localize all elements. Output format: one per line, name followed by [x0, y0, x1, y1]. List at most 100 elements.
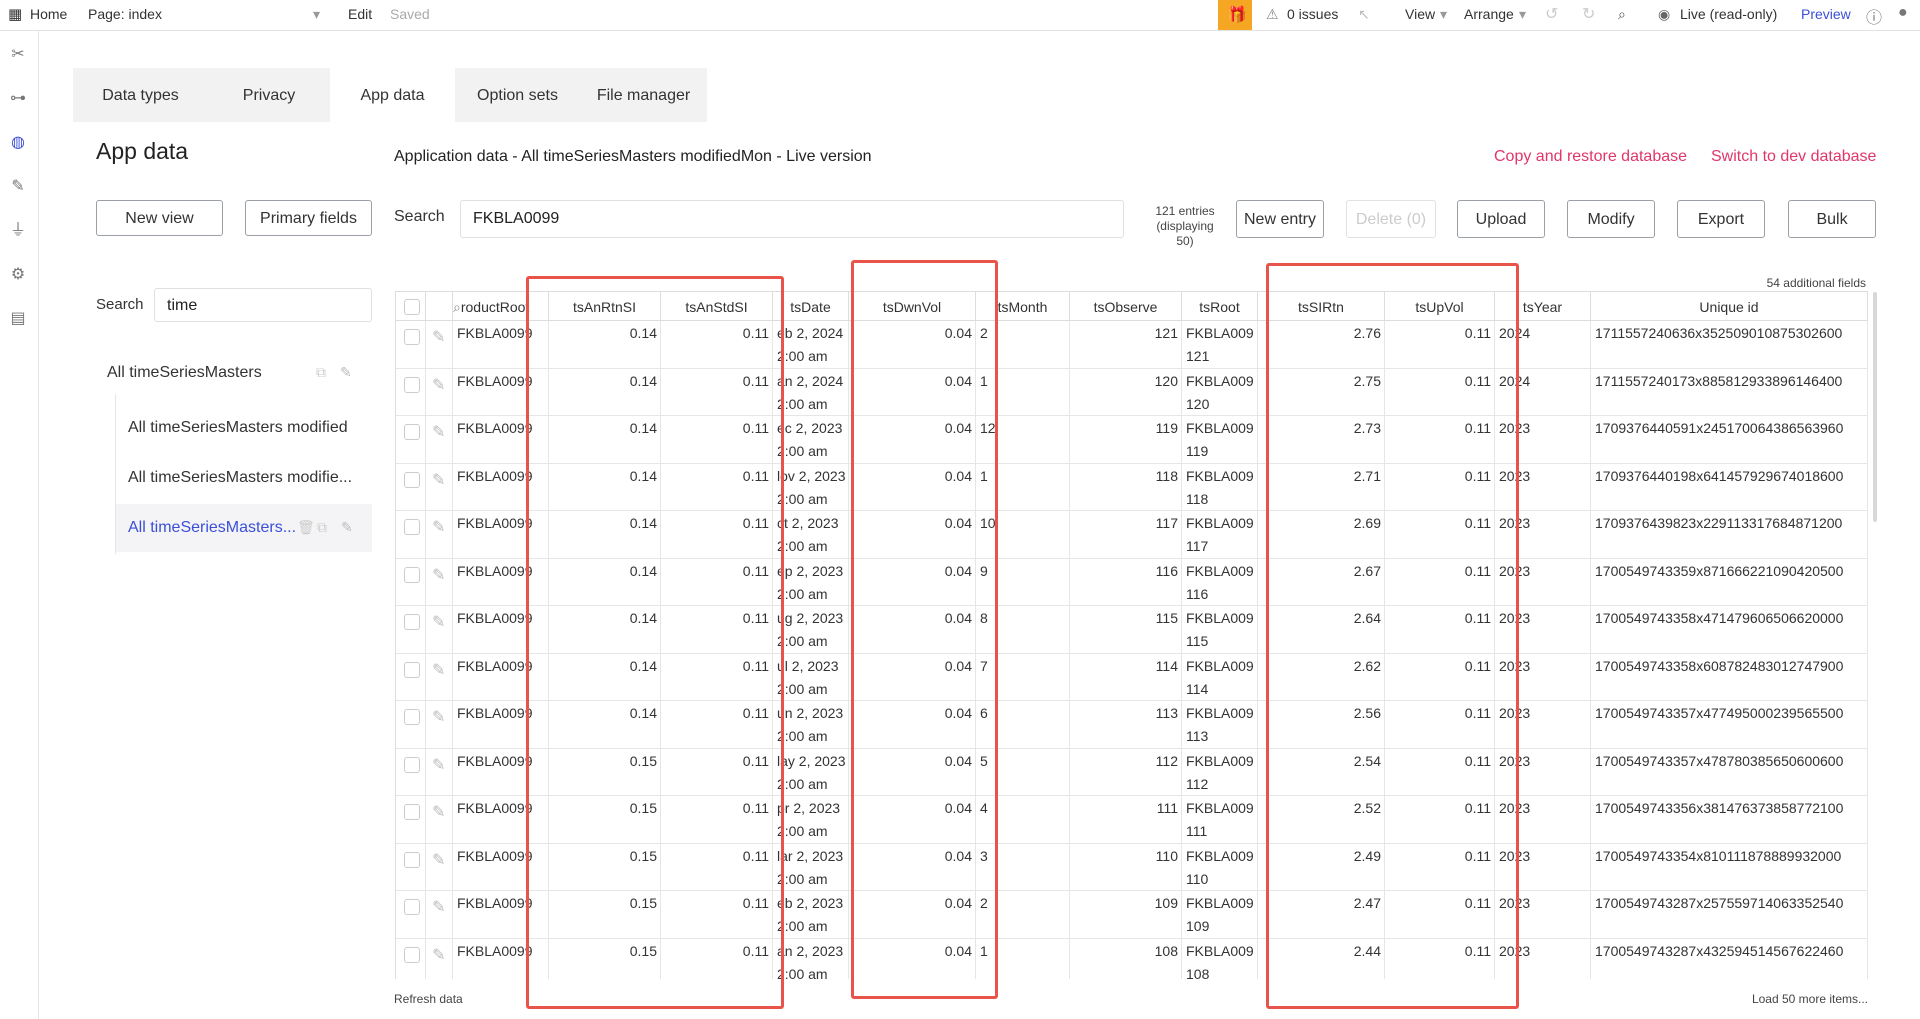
pencil-icon[interactable]: ✎: [432, 707, 445, 727]
pencil-icon[interactable]: ✎: [432, 660, 445, 680]
new-view-button[interactable]: New view: [96, 200, 223, 236]
pencil-icon[interactable]: ✎: [340, 364, 352, 381]
modify-button[interactable]: Modify: [1567, 200, 1655, 238]
row-checkbox[interactable]: [404, 329, 420, 345]
bulk-button[interactable]: Bulk: [1788, 200, 1876, 238]
delete-button[interactable]: Delete (0): [1346, 200, 1436, 238]
tab-privacy[interactable]: Privacy: [208, 68, 330, 122]
tree-item-modified-2[interactable]: All timeSeriesMasters modifie...: [128, 469, 352, 487]
pencil-icon[interactable]: ✎: [432, 755, 445, 775]
pencil-icon[interactable]: ✎: [432, 565, 445, 585]
column-header[interactable]: tsObserve: [1070, 291, 1182, 321]
grid-icon[interactable]: ▦: [8, 5, 22, 23]
row-checkbox[interactable]: [404, 424, 420, 440]
undo-icon[interactable]: ↺: [1545, 4, 1558, 24]
tab-data-types[interactable]: Data types: [73, 68, 208, 122]
brush-icon[interactable]: ✎: [8, 177, 28, 197]
column-header[interactable]: tsSIRtn: [1258, 291, 1385, 321]
design-tools-icon[interactable]: ✂: [8, 45, 28, 65]
column-header[interactable]: tsUpVol: [1385, 291, 1495, 321]
tab-app-data[interactable]: App data: [330, 68, 455, 122]
row-checkbox[interactable]: [404, 709, 420, 725]
workflow-icon[interactable]: ⊶: [8, 89, 28, 109]
row-checkbox[interactable]: [404, 614, 420, 630]
cell-product: FKBLA0099: [457, 847, 533, 864]
pencil-icon[interactable]: ✎: [432, 612, 445, 632]
cell-dwn: 0.04: [944, 895, 972, 911]
gear-icon[interactable]: ⚙: [8, 265, 28, 285]
logs-icon[interactable]: ▤: [8, 309, 28, 329]
cell-sirtn: 2.64: [1353, 610, 1381, 626]
tree-item-modified[interactable]: All timeSeriesMasters modified: [128, 419, 348, 437]
search-icon[interactable]: ⌕: [1618, 6, 1626, 23]
cell-std: 0.11: [742, 325, 769, 341]
table-scrollbar[interactable]: [1873, 292, 1877, 522]
column-header[interactable]: tsYear: [1495, 291, 1591, 321]
database-icon[interactable]: ◍: [8, 133, 28, 153]
row-checkbox[interactable]: [404, 661, 420, 678]
row-checkbox[interactable]: [404, 899, 420, 915]
help-icon[interactable]: ⓘ: [1866, 4, 1882, 28]
gift-button[interactable]: 🎁: [1218, 0, 1252, 30]
pencil-icon[interactable]: ✎: [432, 422, 445, 442]
column-header[interactable]: tsDwnVol: [849, 291, 976, 321]
row-checkbox[interactable]: [404, 519, 420, 535]
column-header[interactable]: Unique id: [1591, 291, 1868, 321]
row-checkbox[interactable]: [404, 756, 420, 773]
pencil-icon[interactable]: ✎: [341, 519, 353, 536]
plugin-icon[interactable]: ⏚: [8, 221, 28, 241]
chevron-down-icon[interactable]: ▾: [313, 6, 320, 23]
trash-icon[interactable]: 🗑: [297, 519, 315, 536]
home-link[interactable]: Home: [30, 6, 67, 22]
view-menu[interactable]: View: [1405, 6, 1435, 22]
row-checkbox[interactable]: [404, 946, 420, 963]
copy-icon[interactable]: ⧉: [317, 519, 327, 536]
cursor-icon[interactable]: ↖: [1358, 6, 1370, 23]
upload-button[interactable]: Upload: [1457, 200, 1545, 238]
issues-link[interactable]: 0 issues: [1287, 6, 1338, 22]
redo-icon[interactable]: ↻: [1582, 4, 1595, 24]
page-selector[interactable]: Page: index: [88, 6, 162, 22]
row-checkbox[interactable]: [404, 566, 420, 583]
pencil-icon[interactable]: ✎: [432, 897, 445, 917]
tab-file-manager[interactable]: File manager: [580, 68, 707, 122]
column-header[interactable]: tsRoot: [1182, 291, 1258, 321]
data-search-input[interactable]: FKBLA0099: [460, 200, 1124, 238]
pencil-icon[interactable]: ✎: [432, 517, 445, 537]
view-search-input[interactable]: time: [154, 288, 372, 322]
pencil-icon[interactable]: ✎: [432, 470, 445, 490]
column-header[interactable]: tsDate: [773, 291, 849, 321]
copy-icon[interactable]: ⧉: [316, 364, 326, 381]
pencil-icon[interactable]: ✎: [432, 802, 445, 822]
select-all-checkbox[interactable]: [396, 291, 426, 321]
column-header[interactable]: tsAnRtnSI: [549, 291, 661, 321]
pencil-icon[interactable]: ✎: [432, 327, 445, 347]
checkbox[interactable]: [404, 299, 420, 315]
switch-dev-link[interactable]: Switch to dev database: [1711, 148, 1876, 166]
arrange-menu[interactable]: Arrange: [1464, 6, 1514, 22]
refresh-data-link[interactable]: Refresh data: [394, 992, 463, 1006]
export-button[interactable]: Export: [1677, 200, 1765, 238]
tree-item-selected[interactable]: All timeSeriesMasters...: [128, 519, 296, 537]
tree-item-all-timeseriesmasters[interactable]: All timeSeriesMasters: [107, 364, 262, 382]
column-header[interactable]: tsMonth: [976, 291, 1070, 321]
preview-link[interactable]: Preview: [1801, 6, 1851, 22]
copy-restore-link[interactable]: Copy and restore database: [1494, 148, 1687, 166]
row-checkbox[interactable]: [404, 471, 420, 488]
edit-link[interactable]: Edit: [348, 6, 372, 22]
pencil-icon[interactable]: ✎: [432, 375, 445, 395]
row-checkbox[interactable]: [404, 851, 420, 868]
search-icon[interactable]: ⌕: [453, 299, 461, 315]
row-checkbox[interactable]: [404, 376, 420, 393]
pencil-icon[interactable]: ✎: [432, 945, 445, 965]
column-header[interactable]: tsAnStdSI: [661, 291, 773, 321]
avatar[interactable]: ●: [1898, 4, 1908, 22]
row-checkbox[interactable]: [404, 804, 420, 820]
pencil-icon[interactable]: ✎: [432, 850, 445, 870]
column-header[interactable]: ⌕roductRoot: [453, 291, 549, 321]
primary-fields-button[interactable]: Primary fields: [245, 200, 372, 236]
live-version-selector[interactable]: Live (read-only): [1680, 6, 1777, 22]
new-entry-button[interactable]: New entry: [1236, 200, 1324, 238]
load-more-link[interactable]: Load 50 more items...: [1700, 992, 1868, 1006]
tab-option-sets[interactable]: Option sets: [455, 68, 580, 122]
